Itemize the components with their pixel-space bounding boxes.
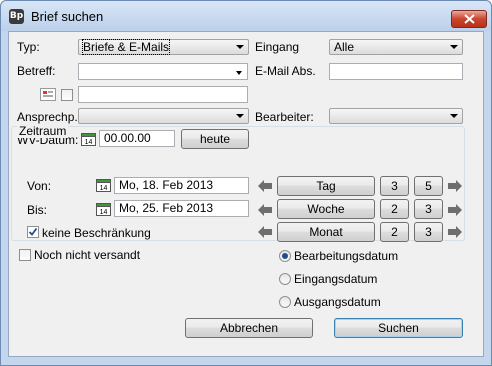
calendar-icon[interactable]: 14 [96,177,111,192]
typ-value: Briefe & E-Mails [81,39,171,55]
woche-b-button[interactable]: 3 [414,199,443,219]
title-bar[interactable]: Bp Brief suchen [1,1,491,31]
close-button[interactable] [451,10,487,28]
arrow-right-icon[interactable] [448,204,462,216]
radio-eingangsdatum[interactable] [279,273,291,285]
radio-bearbeitungsdatum[interactable] [279,250,291,262]
bis-date-input[interactable]: Mo, 25. Feb 2013 [114,200,249,217]
cancel-button[interactable]: Abbrechen [185,318,313,338]
noch-nicht-versandt-checkbox[interactable] [19,249,31,261]
arrow-left-icon[interactable] [258,180,272,192]
window-title: Brief suchen [31,9,104,24]
monat-b-button[interactable]: 3 [414,222,443,242]
tag-a-button[interactable]: 3 [380,176,409,196]
arrow-right-icon[interactable] [448,226,462,238]
monat-a-button[interactable]: 2 [380,222,409,242]
ansprechp-label: Ansprechp.: [17,110,82,124]
arrow-right-icon[interactable] [448,180,462,192]
letter-icon[interactable] [40,88,56,101]
typ-label: Typ: [17,40,40,54]
betreff-label: Betreff: [17,64,56,78]
von-label: Von: [27,179,52,193]
eingang-value: Alle [334,40,355,54]
calendar-icon[interactable]: 14 [96,201,111,216]
chevron-down-icon [450,114,458,118]
noch-nicht-versandt-label: Noch nicht versandt [34,248,141,262]
app-icon: Bp [9,9,24,24]
betreff-option-checkbox[interactable] [61,89,73,101]
betreff-combo[interactable] [78,63,248,80]
chevron-down-icon [236,71,242,75]
email-abs-label: E-Mail Abs. [255,64,316,78]
email-abs-input[interactable] [329,63,463,80]
bis-label: Bis: [27,203,48,217]
keine-beschraenkung-label: keine Beschränkung [42,226,151,240]
monat-button[interactable]: Monat [277,222,375,242]
chevron-down-icon [450,45,458,49]
eingang-select[interactable]: Alle [329,39,463,55]
von-date-input[interactable]: Mo, 18. Feb 2013 [114,177,249,194]
woche-a-button[interactable]: 2 [380,199,409,219]
search-button[interactable]: Suchen [334,318,463,338]
arrow-left-icon[interactable] [258,204,272,216]
radio-ausgangsdatum-label: Ausgangsdatum [294,295,381,309]
chevron-down-icon [236,114,244,118]
zeitraum-title: Zeitraum [17,124,69,138]
svg-text:14: 14 [100,209,108,216]
typ-select[interactable]: Briefe & E-Mails [78,39,249,55]
radio-bearbeitungsdatum-label: Bearbeitungsdatum [294,249,399,263]
bearbeiter-select[interactable] [329,108,463,124]
tag-b-button[interactable]: 5 [414,176,443,196]
keine-beschraenkung-checkbox[interactable] [27,226,39,238]
arrow-left-icon[interactable] [258,226,272,238]
radio-eingangsdatum-label: Eingangsdatum [294,272,378,286]
tag-button[interactable]: Tag [277,176,375,196]
checkmark-icon [28,227,38,236]
chevron-down-icon [236,45,244,49]
radio-ausgangsdatum[interactable] [279,296,291,308]
bis-date-value: Mo, 25. Feb 2013 [119,201,214,215]
von-date-value: Mo, 18. Feb 2013 [119,178,214,192]
betreff-secondary-input[interactable] [78,86,248,103]
eingang-label: Eingang [255,40,300,54]
woche-button[interactable]: Woche [277,199,375,219]
close-icon [464,14,475,24]
ansprechp-select[interactable] [78,108,249,124]
bearbeiter-label: Bearbeiter: [255,110,314,124]
svg-text:14: 14 [100,185,108,192]
